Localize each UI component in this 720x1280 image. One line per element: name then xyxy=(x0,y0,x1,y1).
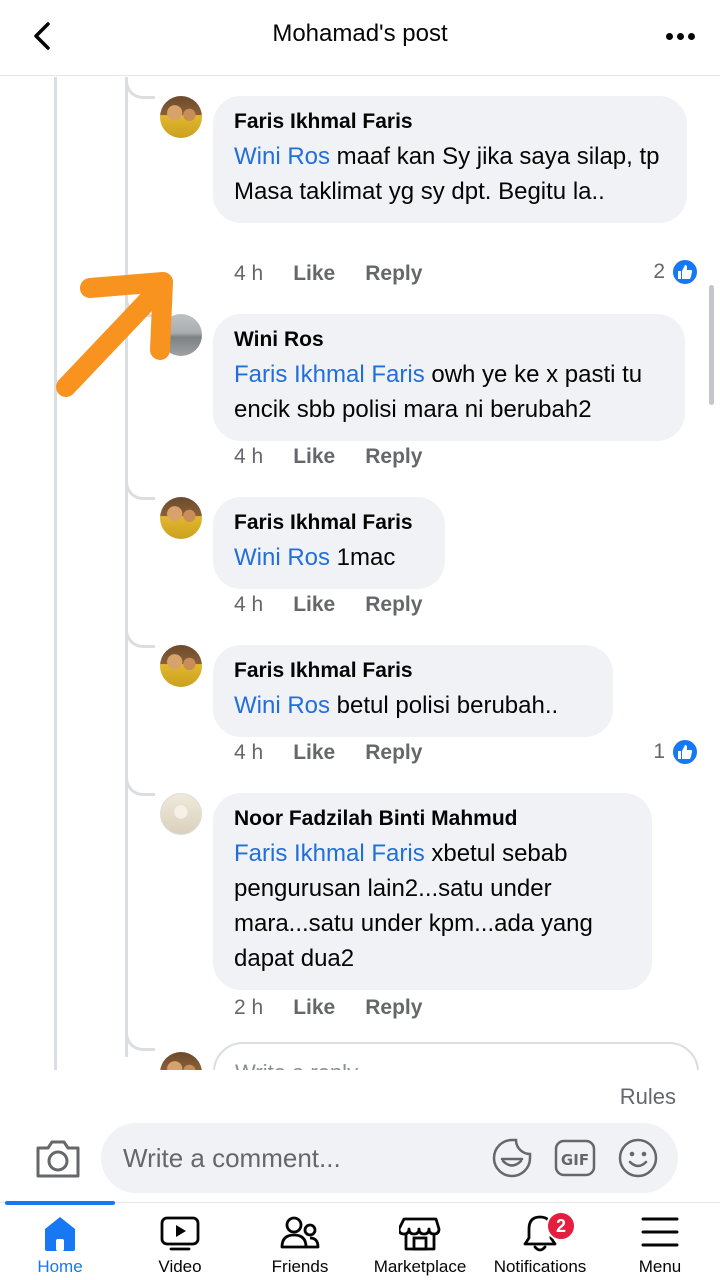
nav-video[interactable]: Video xyxy=(120,1203,240,1280)
comment-body: 1mac xyxy=(330,544,396,571)
comment-author[interactable]: Faris Ikhmal Faris xyxy=(234,509,424,537)
reply-link[interactable]: Reply xyxy=(365,741,422,765)
comment-bubble[interactable]: Noor Fadzilah Binti Mahmud Faris Ikhmal … xyxy=(213,793,652,990)
comment-actions: 2 h Like Reply xyxy=(234,993,422,1023)
comment-thread[interactable]: Faris Ikhmal Faris Wini Ros maaf kan Sy … xyxy=(0,77,720,1070)
reply-link[interactable]: Reply xyxy=(365,593,422,617)
like-icon xyxy=(671,258,699,286)
emoji-icon[interactable] xyxy=(617,1137,659,1179)
more-options-button[interactable] xyxy=(660,18,700,54)
reply-connector xyxy=(125,77,155,99)
avatar[interactable] xyxy=(160,645,202,687)
reply-link[interactable]: Reply xyxy=(365,445,422,469)
nav-label: Home xyxy=(37,1257,83,1276)
video-icon xyxy=(160,1216,200,1251)
comment-bubble[interactable]: Faris Ikhmal Faris Wini Ros betul polisi… xyxy=(213,645,613,737)
comment-text: Faris Ikhmal Faris xbetul sebab pengurus… xyxy=(234,836,631,976)
comment-bubble[interactable]: Wini Ros Faris Ikhmal Faris owh ye ke x … xyxy=(213,314,685,441)
like-link[interactable]: Like xyxy=(293,741,335,765)
reply-input[interactable]: Write a reply... xyxy=(213,1042,699,1070)
bottom-nav: Home Video Friends Marketplace 2 Notific… xyxy=(0,1201,720,1280)
comment-time: 4 h xyxy=(234,445,264,468)
reply-connector xyxy=(125,774,155,796)
nav-notifications[interactable]: 2 Notifications xyxy=(480,1203,600,1280)
comment-composer: Rules Write a comment... GIF xyxy=(0,1070,720,1202)
comment-text: Wini Ros betul polisi berubah.. xyxy=(234,688,592,723)
comment-time: 4 h xyxy=(234,262,264,285)
gif-icon[interactable]: GIF xyxy=(554,1137,596,1179)
comment-time: 4 h xyxy=(234,593,264,616)
nav-home[interactable]: Home xyxy=(0,1203,120,1280)
reaction-summary[interactable]: 2 xyxy=(653,257,699,287)
comment-author[interactable]: Faris Ikhmal Faris xyxy=(234,657,592,685)
camera-icon[interactable] xyxy=(34,1136,82,1180)
mention-link[interactable]: Faris Ikhmal Faris xyxy=(234,361,425,388)
reply-link[interactable]: Reply xyxy=(365,996,422,1020)
nav-friends[interactable]: Friends xyxy=(240,1203,360,1280)
scrollbar[interactable] xyxy=(709,285,714,405)
reply-connector xyxy=(125,1029,155,1051)
reaction-summary[interactable]: 1 xyxy=(653,737,699,767)
mention-link[interactable]: Faris Ikhmal Faris xyxy=(234,840,425,867)
reaction-count: 2 xyxy=(653,260,665,283)
reply-link[interactable]: Reply xyxy=(365,262,422,286)
comment-author[interactable]: Faris Ikhmal Faris xyxy=(234,108,666,136)
svg-text:GIF: GIF xyxy=(561,1151,589,1169)
comment-author[interactable]: Wini Ros xyxy=(234,326,664,354)
mention-link[interactable]: Wini Ros xyxy=(234,143,330,170)
avatar xyxy=(160,1052,202,1070)
sticker-icon[interactable] xyxy=(491,1137,533,1179)
comment-text: Wini Ros maaf kan Sy jika saya silap, tp… xyxy=(234,139,666,209)
comment-body: betul polisi berubah.. xyxy=(330,692,559,719)
dot-icon xyxy=(676,32,684,40)
nav-label: Menu xyxy=(638,1257,682,1276)
comment-actions: 4 h Like Reply xyxy=(234,738,422,768)
reply-connector xyxy=(125,478,155,500)
avatar[interactable] xyxy=(160,96,202,138)
comment-text: Faris Ikhmal Faris owh ye ke x pasti tu … xyxy=(234,357,664,427)
home-icon xyxy=(45,1217,75,1251)
like-icon xyxy=(671,738,699,766)
like-link[interactable]: Like xyxy=(293,445,335,469)
comment-actions: 4 h Like Reply xyxy=(234,590,422,620)
reaction-count: 1 xyxy=(653,740,665,763)
marketplace-icon xyxy=(399,1217,441,1251)
nav-menu[interactable]: Menu xyxy=(600,1203,720,1280)
comment-bubble[interactable]: Faris Ikhmal Faris Wini Ros 1mac xyxy=(213,497,445,589)
hamburger-menu-icon xyxy=(641,1217,679,1247)
comment-author[interactable]: Noor Fadzilah Binti Mahmud xyxy=(234,805,631,833)
comment-text: Wini Ros 1mac xyxy=(234,540,424,575)
nav-label: Marketplace xyxy=(373,1257,467,1276)
dot-icon xyxy=(687,32,695,40)
comment-input[interactable]: Write a comment... GIF xyxy=(101,1123,678,1193)
rules-link[interactable]: Rules xyxy=(620,1084,676,1110)
comment-time: 4 h xyxy=(234,741,264,764)
annotation-arrow-icon xyxy=(56,272,173,397)
nav-label: Notifications xyxy=(493,1257,587,1276)
notification-badge: 2 xyxy=(546,1211,576,1241)
friends-icon xyxy=(280,1216,320,1249)
nav-label: Video xyxy=(158,1257,202,1276)
page-title: Mohamad's post xyxy=(272,20,448,47)
comment-time: 2 h xyxy=(234,996,264,1019)
like-link[interactable]: Like xyxy=(293,996,335,1020)
avatar[interactable] xyxy=(160,497,202,539)
nav-marketplace[interactable]: Marketplace xyxy=(360,1203,480,1280)
avatar[interactable] xyxy=(160,793,202,835)
comment-actions: 4 h Like Reply xyxy=(234,442,422,472)
mention-link[interactable]: Wini Ros xyxy=(234,544,330,571)
like-link[interactable]: Like xyxy=(293,262,335,286)
comment-actions: 4 h Like Reply xyxy=(234,259,422,289)
top-bar: Mohamad's post xyxy=(0,0,720,76)
like-link[interactable]: Like xyxy=(293,593,335,617)
dot-icon xyxy=(665,32,673,40)
mention-link[interactable]: Wini Ros xyxy=(234,692,330,719)
comment-placeholder: Write a comment... xyxy=(123,1143,341,1173)
reply-connector xyxy=(125,626,155,648)
nav-label: Friends xyxy=(271,1257,329,1276)
comment-bubble[interactable]: Faris Ikhmal Faris Wini Ros maaf kan Sy … xyxy=(213,96,687,223)
